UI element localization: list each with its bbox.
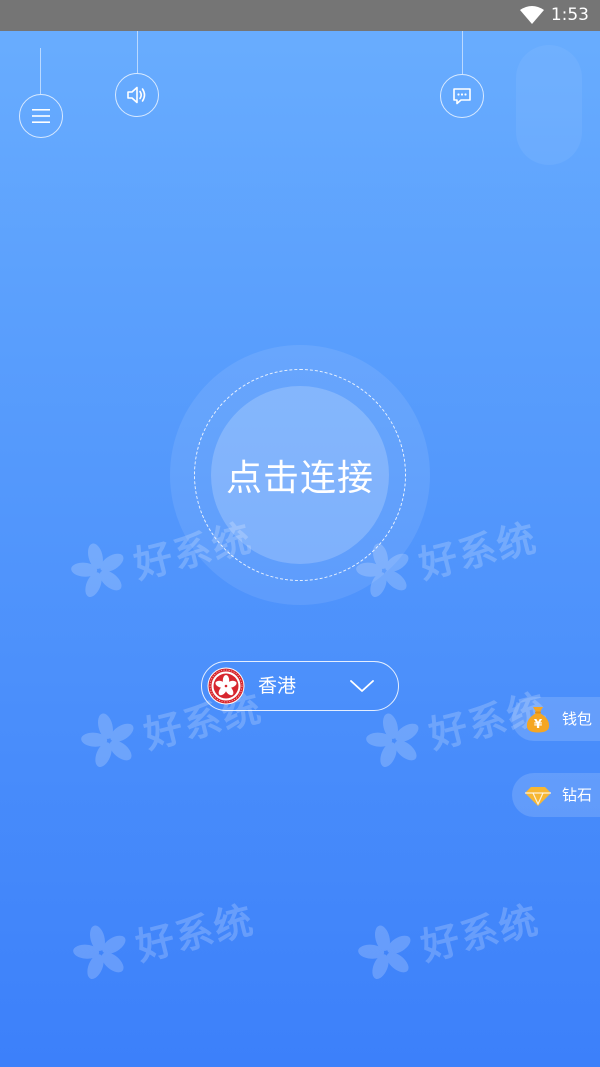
flower-logo-icon <box>71 543 124 597</box>
region-selector[interactable]: 香港 <box>201 661 399 711</box>
watermark-text: 好系统 <box>416 897 544 969</box>
watermark: 好系统 <box>65 886 260 989</box>
watermark-text: 好系统 <box>414 515 542 587</box>
message-icon <box>453 88 471 105</box>
region-name: 香港 <box>258 675 297 697</box>
message-button[interactable] <box>440 74 484 118</box>
sound-button[interactable] <box>115 73 159 117</box>
chevron-down-icon <box>350 680 374 692</box>
connect-label: 点击连接 <box>225 458 374 499</box>
flower-logo-icon <box>358 925 411 979</box>
status-bar: 1:53 <box>0 0 600 31</box>
diamond-icon <box>525 787 551 806</box>
connect-button[interactable]: 点击连接 <box>211 386 389 564</box>
menu-button[interactable] <box>19 94 63 138</box>
diamond-label: 钻石 <box>562 786 593 804</box>
sound-hang-line <box>137 31 138 73</box>
wifi-icon <box>520 6 544 24</box>
wallet-button[interactable]: ¥ 钱包 <box>512 697 600 741</box>
menu-icon <box>32 109 50 123</box>
money-bag-icon: ¥ <box>526 707 550 733</box>
flower-logo-icon <box>81 713 134 767</box>
svg-text:¥: ¥ <box>534 717 543 731</box>
flower-logo-icon <box>73 925 126 979</box>
flower-logo-icon <box>366 713 419 767</box>
wallet-label: 钱包 <box>562 710 593 728</box>
diamond-button[interactable]: 钻石 <box>512 773 600 817</box>
menu-hang-line <box>40 48 41 94</box>
hong-kong-flag-icon <box>207 667 245 705</box>
speaker-icon <box>127 86 146 104</box>
app-screen: 1:53 好系统 好系统 好系统 好系统 好系统 好系统 点击连接 香港 ¥ 钱… <box>0 0 600 1067</box>
status-time: 1:53 <box>550 5 589 25</box>
decorative-shape <box>516 45 582 165</box>
message-hang-line <box>462 31 463 74</box>
watermark-text: 好系统 <box>131 897 259 969</box>
watermark: 好系统 <box>350 886 545 989</box>
